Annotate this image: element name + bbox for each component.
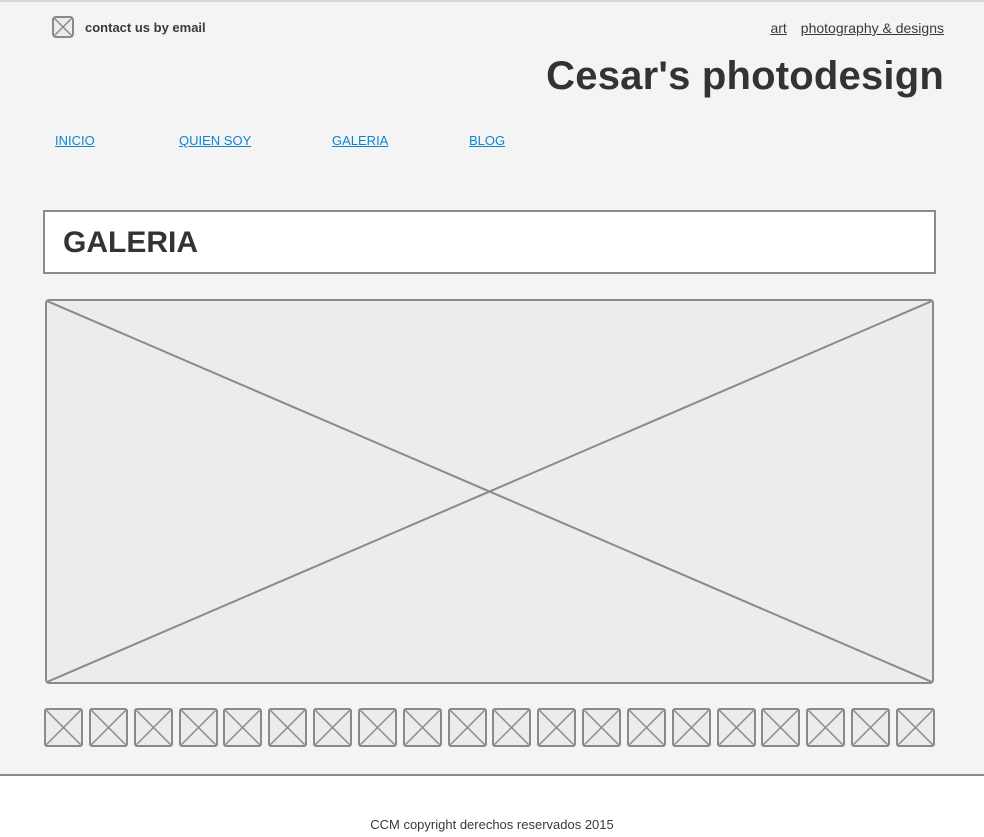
image-placeholder-icon [853,710,888,745]
image-placeholder-icon [181,710,216,745]
top-links: art photography & designs [770,20,944,36]
gallery-thumbnail[interactable] [89,708,128,747]
gallery-thumbnail[interactable] [806,708,845,747]
section-header: GALERIA [43,210,936,274]
gallery-thumbnail[interactable] [761,708,800,747]
image-placeholder-icon [808,710,843,745]
top-link-photography-designs[interactable]: photography & designs [801,20,944,36]
gallery-thumbnail[interactable] [403,708,442,747]
gallery-thumbnail[interactable] [672,708,711,747]
nav-item-inicio[interactable]: INICIO [55,133,95,148]
image-placeholder-icon [584,710,619,745]
gallery-thumbnail[interactable] [134,708,173,747]
page-body: contact us by email art photography & de… [0,0,984,776]
contact-email-link[interactable]: contact us by email [52,16,206,38]
gallery-thumbnail[interactable] [851,708,890,747]
gallery-thumbnail[interactable] [717,708,756,747]
contact-label: contact us by email [85,19,206,35]
top-link-art[interactable]: art [770,20,786,36]
gallery-thumbnail[interactable] [448,708,487,747]
gallery-thumbnail[interactable] [44,708,83,747]
mail-icon [52,16,74,38]
image-placeholder-icon [763,710,798,745]
image-placeholder-icon [494,710,529,745]
gallery-main-image[interactable] [45,299,934,684]
gallery-thumbnail[interactable] [179,708,218,747]
nav-item-blog[interactable]: BLOG [469,133,505,148]
footer: CCM copyright derechos reservados 2015 [0,776,984,837]
gallery-thumbnail[interactable] [537,708,576,747]
nav-item-quien-soy[interactable]: QUIEN SOY [179,133,251,148]
site-title: Cesar's photodesign [546,54,944,98]
gallery-thumbnail[interactable] [492,708,531,747]
image-placeholder-icon [360,710,395,745]
gallery-thumbnail[interactable] [358,708,397,747]
image-placeholder-icon [405,710,440,745]
gallery-thumbnail[interactable] [268,708,307,747]
gallery-thumbnail[interactable] [582,708,621,747]
gallery-thumbnail[interactable] [223,708,262,747]
gallery-thumbnail[interactable] [627,708,666,747]
image-placeholder-icon [47,301,932,682]
image-placeholder-icon [450,710,485,745]
image-placeholder-icon [315,710,350,745]
image-placeholder-icon [539,710,574,745]
image-placeholder-icon [674,710,709,745]
image-placeholder-icon [629,710,664,745]
image-placeholder-icon [898,710,933,745]
gallery-thumbnail[interactable] [896,708,935,747]
image-placeholder-icon [46,710,81,745]
gallery-thumbnail[interactable] [313,708,352,747]
section-title: GALERIA [63,226,198,259]
copyright-text: CCM copyright derechos reservados 2015 [370,817,614,832]
image-placeholder-icon [719,710,754,745]
thumbnail-strip [44,708,935,747]
image-placeholder-icon [136,710,171,745]
image-placeholder-icon [225,710,260,745]
nav-item-galeria[interactable]: GALERIA [332,133,388,148]
image-placeholder-icon [270,710,305,745]
image-placeholder-icon [91,710,126,745]
